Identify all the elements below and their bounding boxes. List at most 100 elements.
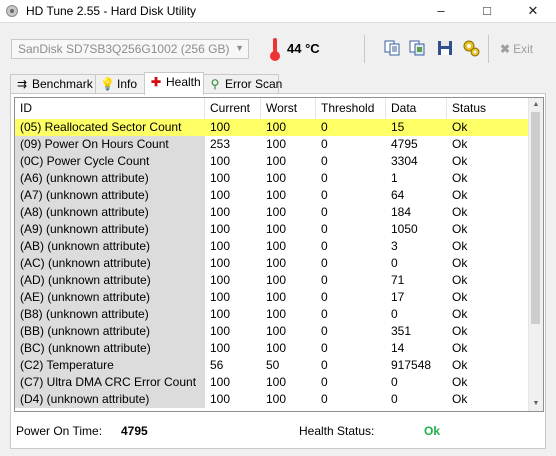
- table-row[interactable]: (AE) (unknown attribute) 100 100 0 17 Ok: [15, 289, 529, 306]
- table-cell: 17: [391, 290, 405, 304]
- table-cell: 100: [210, 154, 231, 168]
- tab-label: Health: [166, 75, 201, 89]
- table-cell: 0: [321, 222, 328, 236]
- health-status-value: Ok: [424, 424, 441, 438]
- tab-label: Benchmark: [32, 77, 93, 91]
- health-cross-icon: ✚: [150, 75, 162, 89]
- table-cell: 100: [266, 307, 287, 321]
- table-cell: 3: [391, 239, 398, 253]
- table-cell: 100: [266, 188, 287, 202]
- table-row[interactable]: (C7) Ultra DMA CRC Error Count 100 100 0 0 Ok: [15, 374, 529, 391]
- table-cell: 100: [266, 205, 287, 219]
- table-cell: (D4) (unknown attribute): [15, 391, 205, 408]
- column-header-data[interactable]: Data: [386, 98, 447, 119]
- table-row[interactable]: (B8) (unknown attribute) 100 100 0 0 Ok: [15, 306, 529, 323]
- table-row[interactable]: (AB) (unknown attribute) 100 100 0 3 Ok: [15, 238, 529, 255]
- smart-attributes-table: ID Current Worst Threshold Data Status (…: [14, 97, 544, 412]
- table-row[interactable]: (A7) (unknown attribute) 100 100 0 64 Ok: [15, 187, 529, 204]
- column-header-id[interactable]: ID: [15, 98, 205, 119]
- table-cell: (A8) (unknown attribute): [15, 204, 205, 221]
- copy-text-icon[interactable]: [383, 39, 401, 57]
- table-cell: 0: [321, 341, 328, 355]
- table-cell: 0: [321, 358, 328, 372]
- table-cell: 184: [391, 205, 412, 219]
- table-cell: 0: [391, 392, 398, 406]
- table-cell: 100: [266, 290, 287, 304]
- maximize-icon[interactable]: □: [464, 0, 510, 22]
- tab-health[interactable]: ✚ Health: [144, 72, 204, 95]
- table-row[interactable]: (D4) (unknown attribute) 100 100 0 0 Ok: [15, 391, 529, 408]
- table-cell: 14: [391, 341, 405, 355]
- table-row[interactable]: (09) Power On Hours Count 253 100 0 4795 Ok: [15, 136, 529, 153]
- table-row[interactable]: (0C) Power Cycle Count 100 100 0 3304 Ok: [15, 153, 529, 170]
- table-cell: Ok: [452, 375, 468, 389]
- table-cell: Ok: [452, 324, 468, 338]
- table-cell: 0: [321, 171, 328, 185]
- table-cell: 100: [266, 273, 287, 287]
- options-icon[interactable]: [462, 39, 480, 57]
- table-cell: 100: [210, 171, 231, 185]
- table-row[interactable]: (A6) (unknown attribute) 100 100 0 1 Ok: [15, 170, 529, 187]
- table-cell: 100: [210, 222, 231, 236]
- tab-label: Error Scan: [225, 77, 283, 91]
- table-cell: (05) Reallocated Sector Count: [20, 120, 182, 134]
- tab-error-scan[interactable]: ⚲ Error Scan: [203, 74, 283, 93]
- vertical-scrollbar[interactable]: ▲ ▼: [528, 98, 543, 411]
- table-cell: 0: [321, 239, 328, 253]
- info-icon: 💡: [100, 77, 115, 91]
- scroll-down-icon[interactable]: ▼: [529, 397, 543, 411]
- table-row[interactable]: (A9) (unknown attribute) 100 100 0 1050 Ok: [15, 221, 529, 238]
- table-cell: 100: [266, 341, 287, 355]
- table-cell: (BC) (unknown attribute): [15, 340, 205, 357]
- table-cell: Ok: [452, 222, 468, 236]
- table-cell: (A6) (unknown attribute): [15, 170, 205, 187]
- close-icon[interactable]: ✕: [510, 0, 556, 22]
- table-row[interactable]: (05) Reallocated Sector Count 100 100 0 15 Ok: [15, 119, 529, 136]
- table-cell: Ok: [452, 137, 468, 151]
- minimize-icon[interactable]: –: [418, 0, 464, 22]
- table-row[interactable]: (BC) (unknown attribute) 100 100 0 14 Ok: [15, 340, 529, 357]
- table-cell: 100: [210, 205, 231, 219]
- drive-select-value: SanDisk SD7SB3Q256G1002 (256 GB): [18, 42, 230, 56]
- table-cell: Ok: [452, 392, 468, 406]
- save-icon[interactable]: [436, 39, 454, 57]
- table-cell: Ok: [452, 307, 468, 321]
- table-cell: Ok: [452, 273, 468, 287]
- column-header-worst[interactable]: Worst: [261, 98, 316, 119]
- scrollbar-thumb[interactable]: [531, 112, 540, 324]
- table-row[interactable]: (AC) (unknown attribute) 100 100 0 0 Ok: [15, 255, 529, 272]
- status-footer: Power On Time: 4795 Health Status: Ok: [11, 416, 545, 446]
- table-cell: Ok: [452, 290, 468, 304]
- column-header-threshold[interactable]: Threshold: [316, 98, 386, 119]
- tab-label: Info: [117, 77, 138, 91]
- table-cell: (C7) Ultra DMA CRC Error Count: [15, 374, 205, 391]
- column-header-current[interactable]: Current: [205, 98, 261, 119]
- table-cell: Ok: [452, 171, 468, 185]
- chevron-down-icon: ▼: [235, 43, 244, 53]
- copy-screenshot-icon[interactable]: [408, 39, 426, 57]
- table-cell: 100: [210, 256, 231, 270]
- table-cell: 351: [391, 324, 412, 338]
- table-cell: 100: [266, 171, 287, 185]
- table-cell: 100: [266, 137, 287, 151]
- drive-select[interactable]: SanDisk SD7SB3Q256G1002 (256 GB) ▼: [11, 39, 249, 59]
- column-header-status[interactable]: Status: [447, 98, 529, 119]
- table-cell: 1: [391, 171, 398, 185]
- table-row[interactable]: (BB) (unknown attribute) 100 100 0 351 Ok: [15, 323, 529, 340]
- table-cell: (C2) Temperature: [15, 357, 205, 374]
- table-cell: 100: [210, 239, 231, 253]
- table-cell: (AD) (unknown attribute): [15, 272, 205, 289]
- table-row[interactable]: (A8) (unknown attribute) 100 100 0 184 Ok: [15, 204, 529, 221]
- table-cell: 1050: [391, 222, 418, 236]
- tab-info[interactable]: 💡 Info: [95, 74, 145, 93]
- exit-button[interactable]: ✖ Exit: [500, 42, 533, 56]
- table-cell: (0C) Power Cycle Count: [15, 153, 205, 170]
- table-cell: 0: [321, 205, 328, 219]
- scroll-up-icon[interactable]: ▲: [529, 98, 543, 112]
- table-cell: 71: [391, 273, 405, 287]
- table-row[interactable]: (AD) (unknown attribute) 100 100 0 71 Ok: [15, 272, 529, 289]
- table-row[interactable]: (C2) Temperature 56 50 0 917548 Ok: [15, 357, 529, 374]
- table-cell: Ok: [452, 154, 468, 168]
- tab-benchmark[interactable]: ⇉ Benchmark: [10, 74, 96, 93]
- table-cell: (A7) (unknown attribute): [15, 187, 205, 204]
